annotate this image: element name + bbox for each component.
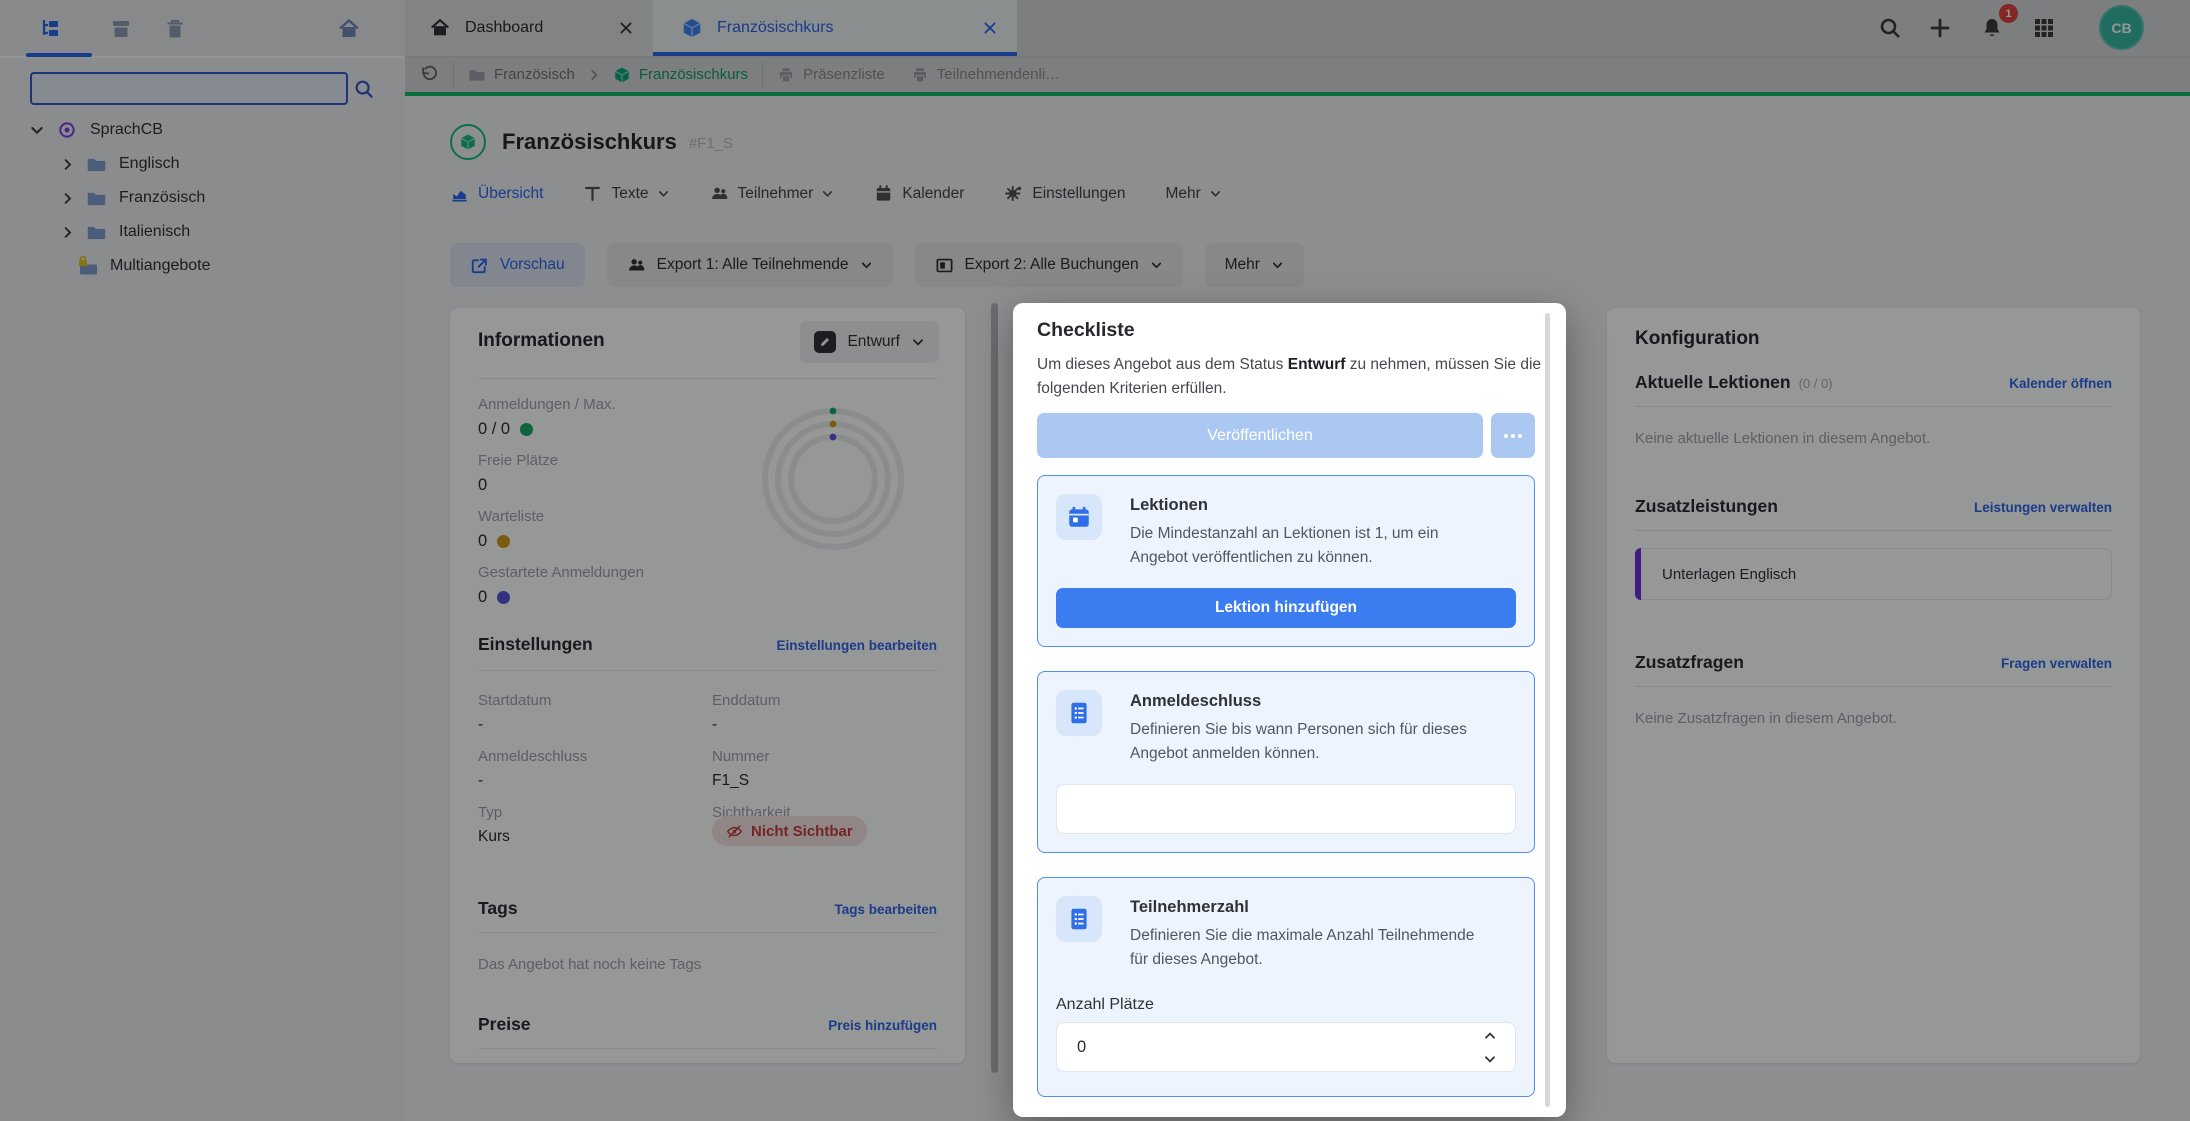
modal-title: Checkliste — [1037, 319, 1135, 342]
checklist-card-teilnehmerzahl: Teilnehmerzahl Definieren Sie die maxima… — [1037, 877, 1535, 1097]
app-window: SprachCB Englisch Französisch Italienisc… — [0, 0, 2190, 1121]
card-description: Definieren Sie bis wann Personen sich fü… — [1130, 718, 1490, 766]
anzahl-plaetze-input[interactable]: 0 — [1056, 1022, 1516, 1072]
checklist-card-lektionen: Lektionen Die Mindestanzahl an Lektionen… — [1037, 475, 1535, 647]
card-title: Teilnehmerzahl — [1130, 898, 1249, 917]
checklist-card-anmeldeschluss: Anmeldeschluss Definieren Sie bis wann P… — [1037, 671, 1535, 853]
stepper-down-icon[interactable] — [1477, 1048, 1503, 1069]
anzahl-plaetze-label: Anzahl Plätze — [1056, 996, 1154, 1014]
list-tile-icon — [1056, 690, 1102, 736]
card-description: Die Mindestanzahl an Lektionen ist 1, um… — [1130, 522, 1490, 570]
input-value: 0 — [1077, 1038, 1477, 1057]
publish-button[interactable]: Veröffentlichen — [1037, 413, 1483, 458]
number-stepper — [1477, 1025, 1503, 1069]
stepper-up-icon[interactable] — [1477, 1025, 1503, 1046]
modal-scrollbar[interactable] — [1545, 313, 1550, 1107]
publish-row: Veröffentlichen — [1037, 413, 1535, 458]
card-description: Definieren Sie die maximale Anzahl Teiln… — [1130, 924, 1490, 972]
card-title: Anmeldeschluss — [1130, 692, 1261, 711]
modal-intro: Um dieses Angebot aus dem Status Entwurf… — [1037, 353, 1542, 401]
list-tile-icon — [1056, 896, 1102, 942]
add-lektion-button[interactable]: Lektion hinzufügen — [1056, 588, 1516, 628]
publish-more-button[interactable] — [1491, 413, 1535, 458]
calendar-tile-icon — [1056, 494, 1102, 540]
anmeldeschluss-input[interactable] — [1056, 784, 1516, 834]
checklist-modal: Checkliste Um dieses Angebot aus dem Sta… — [1013, 303, 1566, 1117]
card-title: Lektionen — [1130, 496, 1208, 515]
